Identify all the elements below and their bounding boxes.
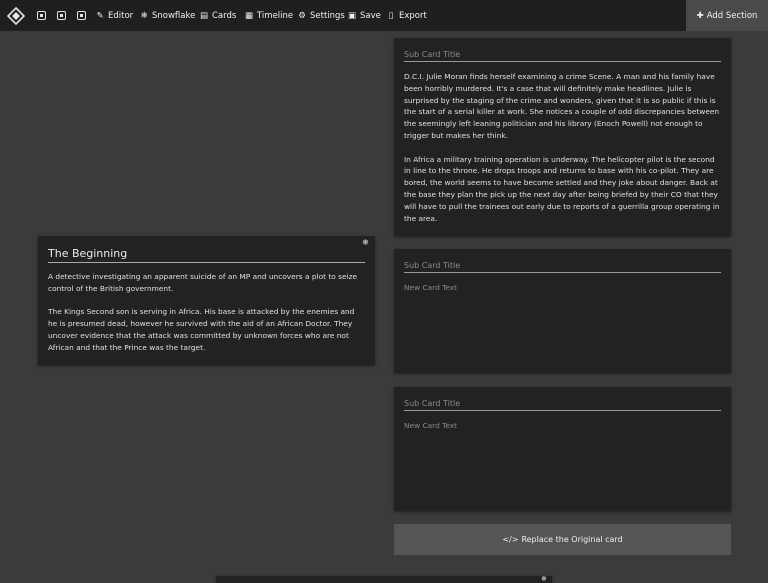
sub-card[interactable]: Sub Card Title New Card Text bbox=[394, 249, 731, 373]
nav-timeline[interactable]: ▦ Timeline bbox=[244, 9, 293, 23]
pencil-square-icon: ✎ bbox=[96, 11, 104, 21]
snowflake-icon[interactable]: ❄ bbox=[362, 238, 369, 247]
sub-card[interactable]: Sub Card Title New Card Text bbox=[394, 387, 731, 511]
plus-icon: ✚ bbox=[696, 10, 704, 21]
snowflake-icon: ❄ bbox=[140, 11, 148, 21]
nav-snowflake[interactable]: ❄ Snowflake bbox=[139, 9, 195, 23]
code-icon: </> bbox=[502, 535, 519, 544]
replace-button-label: Replace the Original card bbox=[521, 535, 623, 544]
nav-cards-label: Cards bbox=[212, 11, 237, 21]
nav-export-label: Export bbox=[399, 11, 427, 21]
nav-save-label: Save bbox=[360, 11, 381, 21]
next-card[interactable]: ❄ bbox=[216, 576, 552, 583]
sub-card-title-input[interactable]: Sub Card Title bbox=[404, 50, 721, 62]
sub-card[interactable]: Sub Card Title D.C.I. Julie Moran finds … bbox=[394, 38, 731, 236]
main-card-title[interactable]: The Beginning bbox=[48, 248, 365, 263]
main-card-text[interactable]: A detective investigating an apparent su… bbox=[48, 271, 365, 365]
app-logo-icon[interactable] bbox=[6, 6, 26, 26]
nav-editor[interactable]: ✎ Editor bbox=[95, 9, 133, 23]
floppy-disk-icon: ▣ bbox=[347, 11, 357, 21]
nav-editor-label: Editor bbox=[108, 11, 134, 21]
nav-snowflake-label: Snowflake bbox=[152, 11, 196, 21]
add-section-button[interactable]: ✚ Add Section bbox=[686, 0, 768, 31]
main-card-paragraph: The Kings Second son is serving in Afric… bbox=[48, 307, 355, 352]
main-card-paragraph: A detective investigating an apparent su… bbox=[48, 272, 357, 293]
sub-card-title-input[interactable]: Sub Card Title bbox=[404, 399, 721, 411]
replace-original-card-button[interactable]: </> Replace the Original card bbox=[394, 524, 731, 555]
collapse-left-icon[interactable] bbox=[37, 11, 46, 20]
sub-card-paragraph: D.C.I. Julie Moran finds herself examini… bbox=[404, 72, 720, 140]
nav-export[interactable]: ▯ Export bbox=[386, 9, 427, 23]
nav-settings[interactable]: ⚙ Settings bbox=[297, 9, 345, 23]
sub-card-title-input[interactable]: Sub Card Title bbox=[404, 261, 721, 273]
nav-save[interactable]: ▣ Save bbox=[347, 9, 381, 23]
calendar-icon: ▦ bbox=[244, 11, 254, 21]
nav-settings-label: Settings bbox=[310, 11, 345, 21]
nav-cards[interactable]: ▤ Cards bbox=[199, 9, 236, 23]
gear-icon: ⚙ bbox=[298, 11, 306, 21]
sub-card-text-input[interactable]: New Card Text bbox=[404, 282, 721, 294]
collapse-middle-icon[interactable] bbox=[57, 11, 66, 20]
sub-card-paragraph: In Africa a military training operation … bbox=[404, 154, 720, 223]
id-card-icon: ▤ bbox=[199, 11, 209, 21]
collapse-right-icon[interactable] bbox=[77, 11, 86, 20]
sub-card-text-input[interactable]: New Card Text bbox=[404, 420, 721, 432]
sub-card-text[interactable]: D.C.I. Julie Moran finds herself examini… bbox=[404, 71, 721, 236]
add-section-label: Add Section bbox=[706, 10, 758, 21]
file-export-icon: ▯ bbox=[388, 11, 394, 21]
snowflake-icon[interactable]: ❄ bbox=[541, 576, 547, 583]
top-toolbar: ✎ Editor ❄ Snowflake ▤ Cards ▦ Timeline … bbox=[0, 0, 768, 31]
nav-timeline-label: Timeline bbox=[257, 11, 294, 21]
main-card[interactable]: ❄ The Beginning A detective investigatin… bbox=[38, 236, 375, 365]
